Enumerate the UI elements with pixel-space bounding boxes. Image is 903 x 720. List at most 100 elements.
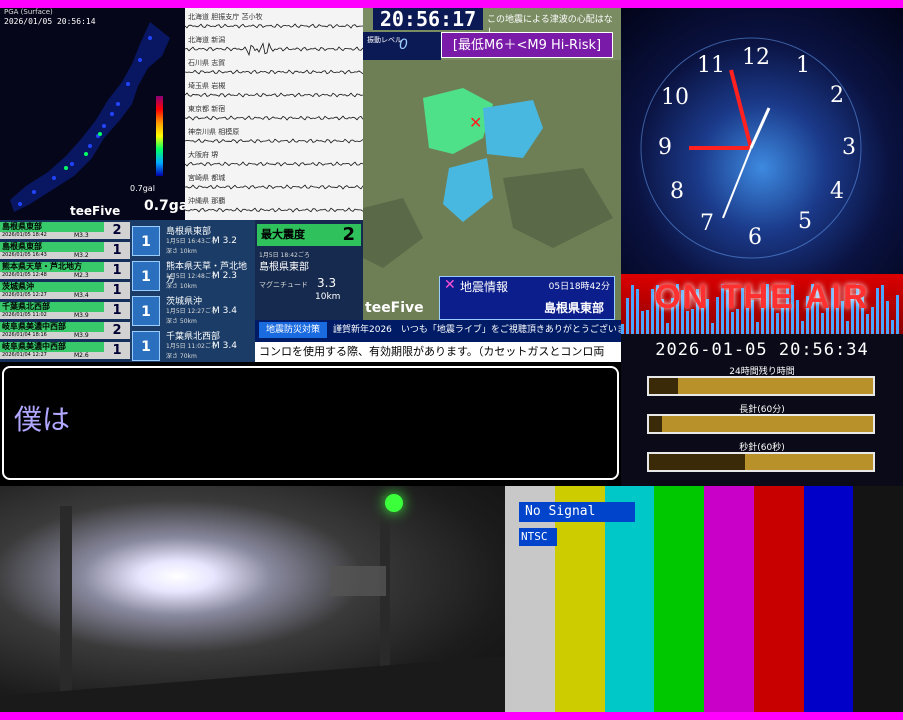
detail-card: 1 熊本県天草・芦北地方 1月5日 12:48ごろ M 2.3 深さ 10km: [132, 259, 253, 293]
traffic-light-icon: [385, 494, 403, 512]
color-bar: [753, 486, 804, 712]
svg-text:6: 6: [748, 225, 762, 250]
clock-display: 20:56:17: [373, 8, 483, 30]
card-depth: 深さ 70km: [166, 353, 197, 360]
waveform-trace: [185, 207, 363, 213]
color-bars-panel: No Signal NTSC: [505, 486, 903, 712]
eq-info-date: 05日18時42分: [548, 282, 610, 292]
spectrum-bar: [866, 314, 869, 334]
svg-text:12: 12: [742, 45, 770, 70]
analog-clock-icon: 12 12 3 45 6 78 9 10 11: [640, 37, 862, 259]
ticker-label: 地震防災対策: [259, 322, 327, 338]
quake-list-item: 島根県東部 2026/01/05 18:42 M3.3 2: [0, 222, 130, 239]
waveform-row: 東京都 新宿: [185, 104, 363, 126]
card-date: 1月5日 12:48ごろ: [166, 273, 217, 280]
card-intensity: 1: [132, 226, 160, 256]
detail-card: 1 千葉県北西部 1月5日 11:02ごろ M 3.4 深さ 70km: [132, 329, 253, 362]
svg-text:7: 7: [700, 211, 714, 236]
waveform-trace: [185, 42, 363, 57]
svg-text:3: 3: [842, 135, 856, 160]
quake-name: 島根県東部: [0, 242, 104, 252]
quake-intensity: 1: [104, 262, 130, 279]
color-bar: [853, 486, 903, 712]
quake-list-item: 千葉県北西部 2026/01/05 11:02 M3.9 1: [0, 302, 130, 319]
spectrum-bar: [801, 321, 804, 334]
svg-text:9: 9: [658, 135, 672, 160]
waveform-row: 石川県 志賀: [185, 58, 363, 80]
card-depth: 深さ 50km: [166, 318, 197, 325]
spectrum-bar: [666, 323, 669, 334]
waveform-row: 北海道 胆振支庁 苫小牧: [185, 12, 363, 34]
svg-text:✕: ✕: [469, 113, 482, 132]
spectrum-bar: [891, 320, 894, 334]
quake-list-item: 島根県東部 2026/01/05 16:43 M3.2 1: [0, 242, 130, 259]
card-date: 1月5日 16:43ごろ: [166, 238, 217, 245]
max-intensity-title: 最大震度: [261, 228, 305, 241]
detail-card: 1 島根県東部 1月5日 16:43ごろ M 3.2 深さ 10km: [132, 224, 253, 258]
street-camera-feed: [0, 486, 505, 712]
quake-mag: M3.9: [74, 312, 89, 319]
quake-mag: M3.2: [74, 252, 89, 259]
max-intensity-value: 2: [342, 224, 355, 245]
svg-text:1: 1: [796, 53, 810, 78]
waveform-trace: [185, 184, 363, 190]
shake-level-value: 0: [399, 37, 408, 53]
ntsc-label: NTSC: [519, 528, 557, 546]
card-intensity: 1: [132, 296, 160, 326]
card-date: 1月5日 12:27ごろ: [166, 308, 217, 315]
chat-box: 僕は: [2, 366, 619, 480]
progress-bar: [647, 376, 875, 396]
eq-info-box: ✕ 地震情報 05日18時42分 島根県東部: [439, 276, 615, 320]
news-ticker: 地震防災対策 謹賀新年2026 いつも「地震ライブ」をご視聴頂きありがとうござい…: [255, 320, 621, 362]
waveform-row: 沖縄県 那覇: [185, 196, 363, 218]
card-depth: 深さ 10km: [166, 248, 197, 255]
svg-text:11: 11: [697, 53, 725, 78]
svg-text:4: 4: [830, 179, 844, 204]
spectrum-bar: [846, 321, 849, 334]
color-bar: [704, 486, 755, 712]
no-signal-label: No Signal: [519, 502, 635, 522]
waveform-row: 神奈川県 相模原: [185, 127, 363, 149]
progress-bar: [647, 452, 875, 472]
card-intensity: 1: [132, 261, 160, 291]
list-logo: teeFive: [70, 204, 121, 218]
risk-banner: [最低M6＋<M9 Hi-Risk]: [441, 32, 613, 58]
progress-fill: [649, 378, 679, 394]
waveform-row: 北海道 新潟: [185, 35, 363, 57]
chat-text: 僕は: [14, 403, 71, 436]
quake-intensity: 1: [104, 302, 130, 319]
waveform-trace: [185, 138, 363, 144]
card-depth: 深さ 10km: [166, 283, 197, 290]
analog-clock-panel: 12 1 2 3 45 6 78 9 10 11: [621, 8, 903, 274]
quake-list-item: 岐阜県美濃中西部 2026/01/04 18:16 M3.9 2: [0, 322, 130, 339]
spectrum-bar: [756, 322, 759, 334]
card-date: 1月5日 11:02ごろ: [166, 343, 217, 350]
intensity-map-panel: ✕ 20:56:17 この地震による津波の心配はなし 振動レベル 0 [最低M6…: [363, 8, 621, 320]
pga-scale-label: 0.7gal: [130, 184, 155, 193]
spectrum-bar: [621, 324, 624, 334]
on-air-title: ON THE AIR: [654, 278, 870, 316]
card-intensity: 1: [132, 331, 160, 361]
waveform-row: 埼玉県 岩槻: [185, 81, 363, 103]
on-air-datetime: 2026-01-05 20:56:34: [655, 340, 869, 360]
camera-scene-icon: [0, 496, 505, 712]
quake-mag: M3.3: [74, 232, 89, 239]
detail-card: 1 茨城県沖 1月5日 12:27ごろ M 3.4 深さ 50km: [132, 294, 253, 328]
quake-name: 岐阜県美濃中西部: [0, 342, 104, 352]
quake-intensity: 2: [104, 222, 130, 239]
eq-info-title: 地震情報: [460, 280, 509, 294]
waveform-row: 大阪府 堺: [185, 150, 363, 172]
svg-text:2: 2: [830, 83, 844, 108]
quake-intensity: 1: [104, 342, 130, 359]
quake-mag: M2.6: [74, 352, 89, 359]
svg-text:10: 10: [661, 85, 689, 110]
detail-card-panel: 1 島根県東部 1月5日 16:43ごろ M 3.2 深さ 10km 1 熊本県天草・芦北地…: [130, 220, 255, 362]
quake-intensity: 2: [104, 322, 130, 339]
svg-text:5: 5: [798, 209, 812, 234]
shake-level-box: 振動レベル 0: [363, 32, 441, 60]
chat-panel: 僕は: [0, 364, 621, 484]
quake-intensity: 1: [104, 282, 130, 299]
card-mag: M 3.4: [212, 341, 237, 351]
progress-fill: [649, 454, 746, 470]
max-mag-label: マグニチュード: [259, 281, 308, 289]
